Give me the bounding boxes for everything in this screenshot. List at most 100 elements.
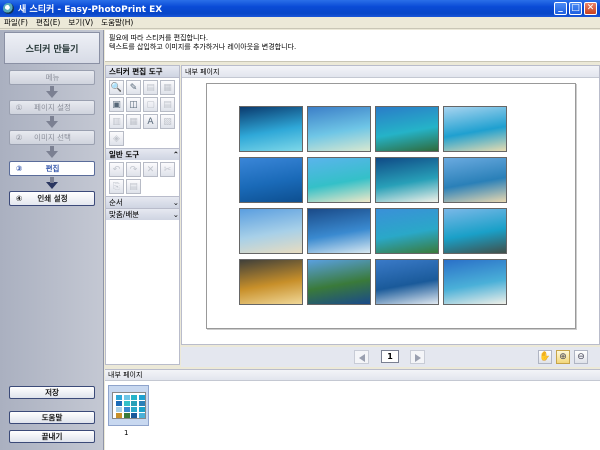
zoom-tool-icon[interactable]: 🔍	[109, 80, 124, 95]
down-arrow-icon	[46, 177, 58, 189]
step-menu[interactable]: 메뉴	[9, 70, 95, 85]
frame-tool-icon[interactable]: ◫	[126, 97, 141, 112]
photo-rocky-coast[interactable]	[443, 208, 507, 254]
align-section[interactable]: 맞춤/배분 ⌄	[106, 208, 179, 220]
zoom-in-icon[interactable]: ⊕	[556, 350, 570, 364]
grid-tool-icon[interactable]: ▦	[160, 80, 175, 95]
expand-icon[interactable]: ⌄	[173, 209, 179, 220]
minimize-button[interactable]: _	[554, 2, 567, 15]
page-thumbnail-photo	[138, 407, 145, 412]
maximize-button[interactable]: □	[569, 2, 582, 15]
layout-tool-icon[interactable]: ▤	[143, 80, 158, 95]
step-edit[interactable]: ③ 편집	[9, 161, 95, 176]
sticker-page[interactable]	[206, 83, 576, 329]
app-icon	[3, 3, 14, 14]
align-title: 맞춤/배분	[109, 210, 140, 219]
down-arrow-icon	[46, 146, 58, 158]
step-label: 인쇄 설정	[37, 194, 68, 203]
page-thumbnail-photo	[116, 413, 122, 418]
sidebar-title: 스티커 만들기	[4, 32, 100, 64]
page-thumbnail-photo	[131, 401, 137, 406]
menu-help[interactable]: 도움말(H)	[97, 17, 137, 28]
photo-sea-clouds[interactable]	[239, 157, 303, 203]
general-tools-grid: ↶ ↷ ✕ ✂ ⎘ ▤	[106, 160, 179, 196]
inner-page-label: 내부 페이지	[182, 66, 599, 78]
page-thumbnail[interactable]	[108, 385, 149, 426]
expand-icon[interactable]: ⌄	[173, 197, 179, 208]
collapse-icon[interactable]: ⌃	[173, 149, 179, 160]
photo-green-cliffs[interactable]	[307, 259, 371, 305]
menu-edit[interactable]: 편집(E)	[32, 17, 64, 28]
text-tool-icon[interactable]: A	[143, 114, 158, 129]
hand-tool-icon[interactable]: ✋	[538, 350, 552, 364]
next-page-icon[interactable]	[410, 350, 425, 364]
photo-waves-rocks[interactable]	[375, 259, 439, 305]
photo-shoreline[interactable]	[443, 157, 507, 203]
page-number[interactable]: 1	[381, 350, 399, 363]
page-thumbnail-label: 1	[124, 429, 129, 437]
menu-bar: 파일(F) 편집(E) 보기(V) 도움말(H)	[0, 17, 600, 29]
photo-atoll-aerial[interactable]	[375, 157, 439, 203]
zoom-out-icon[interactable]: ⊖	[574, 350, 588, 364]
order-section[interactable]: 순서 ⌄	[106, 196, 179, 208]
cut-icon[interactable]: ✂	[160, 162, 175, 177]
page-thumbnail-photo	[131, 407, 137, 412]
step-print-settings[interactable]: ④ 인쇄 설정	[9, 191, 95, 206]
page-thumbnail-preview	[112, 392, 146, 419]
page-thumbnail-photo	[131, 413, 137, 418]
instruction-line-2: 텍스트를 삽입하고 이미지를 추가하거나 레이아웃을 변경합니다.	[109, 43, 297, 51]
prev-page-icon[interactable]	[354, 350, 369, 364]
copy-icon[interactable]: ⎘	[109, 179, 124, 194]
step-label: 이미지 선택	[34, 133, 71, 142]
background-tool-icon[interactable]: ▤	[160, 97, 175, 112]
redo-icon[interactable]: ↷	[126, 162, 141, 177]
inner-page-label: 내부 페이지	[105, 370, 600, 381]
edit-tools-grid: 🔍 ✎ ▤ ▦ ▣ ◫ ▢ ▤ ▥ ▦ A ▧ ◈	[106, 78, 179, 148]
step-number: ④	[15, 194, 23, 203]
mask-tool-icon[interactable]: ▦	[126, 114, 141, 129]
draw-tool-icon[interactable]: ✎	[126, 80, 141, 95]
menu-file[interactable]: 파일(F)	[0, 17, 32, 28]
undo-icon[interactable]: ↶	[109, 162, 124, 177]
page-thumbnail-photo	[131, 395, 137, 400]
photo-palm-shore[interactable]	[375, 208, 439, 254]
edit-tools-header[interactable]: 스티커 편집 도구	[106, 66, 179, 78]
photo-lagoon-island[interactable]	[375, 106, 439, 152]
photo-calm-beach[interactable]	[239, 208, 303, 254]
image-tool-icon[interactable]: ▣	[109, 97, 124, 112]
photo-tropical-island[interactable]	[239, 106, 303, 152]
step-page-setup[interactable]: ① 페이지 설정	[9, 100, 95, 115]
instruction-line-1: 필요에 따라 스티커를 편집합니다.	[109, 34, 209, 42]
step-select-image[interactable]: ② 이미지 선택	[9, 130, 95, 145]
save-button[interactable]: 저장	[9, 386, 95, 399]
photo-palm-beach[interactable]	[443, 106, 507, 152]
photo-sunset-sky[interactable]	[239, 259, 303, 305]
filter-tool-icon[interactable]: ▥	[109, 114, 124, 129]
photo-pier-huts[interactable]	[307, 106, 371, 152]
crop-tool-icon[interactable]: ▢	[143, 97, 158, 112]
general-tools-header[interactable]: 일반 도구 ⌃	[106, 148, 179, 160]
pattern-tool-icon[interactable]: ▧	[160, 114, 175, 129]
page-thumbnail-photo	[123, 401, 130, 406]
photo-white-beach[interactable]	[443, 259, 507, 305]
step-number: ③	[15, 164, 23, 173]
exit-button[interactable]: 끝내기	[9, 430, 95, 443]
page-navigation: 1 ✋ ⊕ ⊖	[181, 347, 600, 367]
main-page-area: 내부 페이지	[181, 65, 600, 345]
effect-tool-icon[interactable]: ◈	[109, 131, 124, 146]
menu-view[interactable]: 보기(V)	[64, 17, 97, 28]
general-tools-title: 일반 도구	[109, 150, 140, 159]
down-arrow-icon	[46, 116, 58, 128]
step-label: 페이지 설정	[34, 103, 71, 112]
page-thumbnail-panel: 내부 페이지 1	[105, 369, 600, 450]
close-button[interactable]: ✕	[584, 2, 597, 15]
delete-icon[interactable]: ✕	[143, 162, 158, 177]
help-button[interactable]: 도움말	[9, 411, 95, 424]
paste-icon[interactable]: ▤	[126, 179, 141, 194]
photo-turquoise-bay[interactable]	[307, 157, 371, 203]
photo-palm-silhouette[interactable]	[307, 208, 371, 254]
page-thumbnail-photo	[138, 401, 145, 406]
sidebar: 스티커 만들기 메뉴 ① 페이지 설정 ② 이미지 선택 ③ 편집 ④ 인쇄 설…	[0, 30, 104, 450]
title-bar: 새 스티커 - Easy-PhotoPrint EX _ □ ✕	[0, 0, 600, 17]
step-number: ②	[15, 133, 23, 142]
